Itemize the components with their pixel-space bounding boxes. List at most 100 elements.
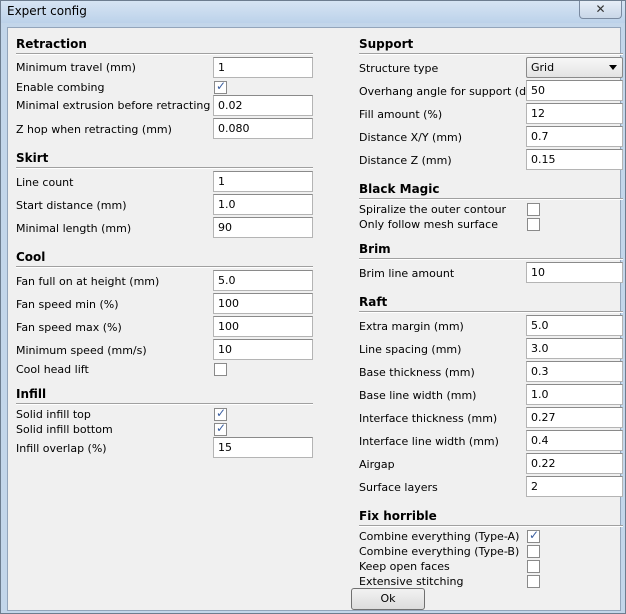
fan-full-height-input[interactable]: 5.0: [213, 270, 313, 291]
label-solid-infill-bottom: Solid infill bottom: [16, 423, 113, 436]
section-title-cool: Cool: [16, 250, 46, 264]
window-title: Expert config: [7, 4, 87, 18]
label-infill-overlap: Infill overlap (%): [16, 442, 107, 455]
ok-button[interactable]: Ok: [351, 588, 425, 610]
label-extra-margin: Extra margin (mm): [359, 320, 464, 333]
label-overhang-angle: Overhang angle for support (deg): [359, 85, 545, 98]
section-title-support: Support: [359, 37, 414, 51]
label-fill-amount: Fill amount (%): [359, 108, 443, 121]
label-base-thickness: Base thickness (mm): [359, 366, 475, 379]
section-title-fix-horrible: Fix horrible: [359, 509, 437, 523]
distance-z-input[interactable]: 0.15: [526, 149, 623, 170]
label-base-line-width: Base line width (mm): [359, 389, 477, 402]
keep-open-faces-checkbox[interactable]: [527, 560, 540, 573]
label-combine-type-b: Combine everything (Type-B): [359, 545, 520, 558]
minimum-travel-input[interactable]: 1: [213, 57, 313, 78]
airgap-input[interactable]: 0.22: [526, 453, 623, 474]
spiralize-checkbox[interactable]: [527, 203, 540, 216]
brim-line-amount-input[interactable]: 10: [526, 262, 623, 283]
check-icon: ✓: [216, 79, 227, 93]
section-divider: [16, 266, 313, 268]
label-interface-thickness: Interface thickness (mm): [359, 412, 498, 425]
check-icon: ✓: [216, 421, 227, 435]
close-button[interactable]: ✕: [579, 1, 622, 19]
section-divider: [359, 311, 623, 313]
overhang-angle-input[interactable]: 50: [526, 80, 623, 101]
base-line-width-input[interactable]: 1.0: [526, 384, 623, 405]
structure-type-select[interactable]: Grid: [526, 57, 623, 78]
label-minimal-length: Minimal length (mm): [16, 222, 132, 235]
label-line-spacing: Line spacing (mm): [359, 343, 462, 356]
section-divider: [359, 525, 623, 527]
label-fan-full-height: Fan full on at height (mm): [16, 275, 160, 288]
label-minimal-extrusion: Minimal extrusion before retracting (mm): [16, 99, 244, 112]
z-hop-input[interactable]: 0.080: [213, 118, 313, 139]
label-interface-line-width: Interface line width (mm): [359, 435, 499, 448]
label-keep-open-faces: Keep open faces: [359, 560, 450, 573]
section-title-infill: Infill: [16, 387, 47, 401]
extra-margin-input[interactable]: 5.0: [526, 315, 623, 336]
label-line-count: Line count: [16, 176, 74, 189]
label-spiralize: Spiralize the outer contour: [359, 203, 507, 216]
line-count-input[interactable]: 1: [213, 171, 313, 192]
surface-layers-input[interactable]: 2: [526, 476, 623, 497]
start-distance-input[interactable]: 1.0: [213, 194, 313, 215]
dialog-body: Retraction Minimum travel (mm) 1 Enable …: [7, 27, 623, 611]
label-surface-layers: Surface layers: [359, 481, 438, 494]
section-divider: [359, 53, 623, 55]
line-spacing-input[interactable]: 3.0: [526, 338, 623, 359]
combine-type-a-checkbox[interactable]: ✓: [527, 528, 540, 543]
section-divider: [16, 403, 313, 405]
structure-type-value: Grid: [531, 61, 555, 74]
label-fan-speed-min: Fan speed min (%): [16, 298, 119, 311]
infill-overlap-input[interactable]: 15: [213, 437, 313, 458]
label-structure-type: Structure type: [359, 62, 439, 75]
label-combine-type-a: Combine everything (Type-A): [359, 530, 520, 543]
check-icon: ✓: [216, 406, 227, 420]
label-extensive-stitching: Extensive stitching: [359, 575, 464, 588]
label-airgap: Airgap: [359, 458, 395, 471]
combine-type-b-checkbox[interactable]: [527, 545, 540, 558]
interface-thickness-input[interactable]: 0.27: [526, 407, 623, 428]
close-icon: ✕: [595, 2, 606, 16]
minimal-length-input[interactable]: 90: [213, 217, 313, 238]
fan-speed-max-input[interactable]: 100: [213, 316, 313, 337]
expert-config-window: Expert config ✕ Retraction Minimum trave…: [0, 0, 626, 614]
section-divider: [16, 53, 313, 55]
cool-head-lift-checkbox[interactable]: [214, 363, 227, 376]
solid-infill-bottom-checkbox[interactable]: ✓: [214, 421, 227, 436]
fan-speed-min-input[interactable]: 100: [213, 293, 313, 314]
section-title-retraction: Retraction: [16, 37, 87, 51]
minimum-speed-input[interactable]: 10: [213, 339, 313, 360]
distance-xy-input[interactable]: 0.7: [526, 126, 623, 147]
enable-combing-checkbox[interactable]: ✓: [214, 79, 227, 94]
label-minimum-speed: Minimum speed (mm/s): [16, 344, 147, 357]
section-title-black-magic: Black Magic: [359, 182, 440, 196]
chevron-down-icon: [609, 65, 617, 70]
base-thickness-input[interactable]: 0.3: [526, 361, 623, 382]
label-z-hop: Z hop when retracting (mm): [16, 123, 172, 136]
mesh-surface-checkbox[interactable]: [527, 218, 540, 231]
section-divider: [359, 198, 623, 200]
extensive-stitching-checkbox[interactable]: [527, 575, 540, 588]
label-brim-line-amount: Brim line amount: [359, 267, 455, 280]
label-start-distance: Start distance (mm): [16, 199, 127, 212]
check-icon: ✓: [529, 528, 540, 542]
label-enable-combing: Enable combing: [16, 81, 105, 94]
label-mesh-surface: Only follow mesh surface: [359, 218, 498, 231]
section-divider: [16, 167, 313, 169]
section-title-skirt: Skirt: [16, 151, 49, 165]
label-fan-speed-max: Fan speed max (%): [16, 321, 122, 334]
title-bar[interactable]: Expert config ✕: [1, 1, 625, 23]
section-divider: [359, 258, 623, 260]
fill-amount-input[interactable]: 12: [526, 103, 623, 124]
label-distance-z: Distance Z (mm): [359, 154, 452, 167]
label-cool-head-lift: Cool head lift: [16, 363, 89, 376]
label-minimum-travel: Minimum travel (mm): [16, 61, 136, 74]
interface-line-width-input[interactable]: 0.4: [526, 430, 623, 451]
section-title-brim: Brim: [359, 242, 391, 256]
label-distance-xy: Distance X/Y (mm): [359, 131, 463, 144]
label-solid-infill-top: Solid infill top: [16, 408, 91, 421]
minimal-extrusion-input[interactable]: 0.02: [213, 95, 313, 116]
solid-infill-top-checkbox[interactable]: ✓: [214, 406, 227, 421]
